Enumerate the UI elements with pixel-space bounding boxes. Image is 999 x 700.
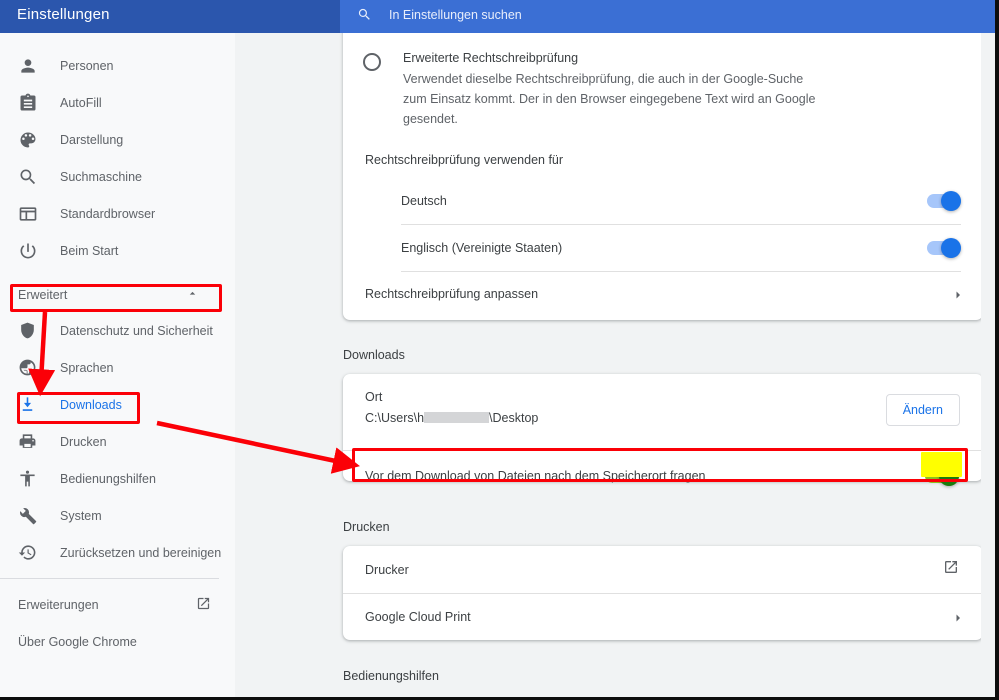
wrench-icon [18, 506, 38, 526]
sidebar-item-datenschutz-und-sicherheit[interactable]: Datenschutz und Sicherheit [0, 312, 235, 349]
sidebar-item-label: Downloads [60, 397, 122, 412]
toggle-yellow-highlight [921, 452, 962, 477]
sidebar-item-label: Über Google Chrome [18, 634, 137, 649]
spellcheck-card: Erweiterte Rechtschreibprüfung Verwendet… [343, 33, 981, 320]
language-label: Englisch (Vereinigte Staaten) [401, 240, 563, 255]
advanced-spellcheck-option[interactable]: Erweiterte Rechtschreibprüfung Verwendet… [363, 51, 818, 129]
sidebar-advanced-toggle[interactable]: Erweitert [0, 278, 235, 312]
sidebar-item-sprachen[interactable]: Sprachen [0, 349, 235, 386]
printing-section-title: Drucken [343, 520, 390, 534]
sidebar-item-label: System [60, 508, 102, 523]
row-label: Vor dem Download von Dateien nach dem Sp… [365, 468, 706, 483]
downloads-card: Ort C:\Users\h \Desktop Ändern Vor dem Do… [343, 374, 981, 486]
location-path-prefix: C:\Users\h [365, 411, 425, 425]
language-toggle[interactable] [927, 190, 961, 211]
option-description: Verwendet dieselbe Rechtschreibprüfung, … [403, 72, 816, 126]
history-restore-icon [18, 543, 38, 563]
chevron-right-icon [952, 611, 960, 623]
sidebar-item-personen[interactable]: Personen [0, 47, 235, 84]
language-row-deutsch[interactable]: Deutsch [343, 177, 981, 224]
power-icon [18, 241, 38, 261]
page-title: Einstellungen [17, 6, 110, 23]
person-icon [18, 56, 38, 76]
row-label: Google Cloud Print [365, 609, 471, 624]
chevron-right-icon [952, 288, 960, 300]
location-path-suffix: \Desktop [489, 411, 539, 425]
printer-icon [18, 432, 38, 452]
accessibility-icon [18, 469, 38, 489]
sidebar-item-ueber-google-chrome[interactable]: Über Google Chrome [0, 623, 235, 660]
downloads-section-title: Downloads [343, 348, 405, 362]
sidebar-item-darstellung[interactable]: Darstellung [0, 121, 235, 158]
row-label: Drucker [365, 562, 409, 577]
shield-icon [18, 321, 38, 341]
search-input-placeholder[interactable]: In Einstellungen suchen [389, 8, 522, 22]
sidebar-item-label: Zurücksetzen und bereinigen [60, 545, 222, 560]
sidebar-item-drucken[interactable]: Drucken [0, 423, 235, 460]
sidebar-item-label: Drucken [60, 434, 107, 449]
option-title: Erweiterte Rechtschreibprüfung [403, 51, 579, 65]
sidebar-item-suchmaschine[interactable]: Suchmaschine [0, 158, 235, 195]
sidebar-item-label: Bedienungshilfen [60, 471, 156, 486]
ask-download-location-row[interactable]: Vor dem Download von Dateien nach dem Sp… [343, 450, 981, 501]
sidebar-item-system[interactable]: System [0, 497, 235, 534]
sidebar-item-downloads[interactable]: Downloads [0, 386, 235, 423]
printing-card: Drucker Google Cloud Print [343, 546, 981, 640]
settings-content: Erweiterte Rechtschreibprüfung Verwendet… [235, 33, 981, 697]
sidebar-divider [0, 578, 219, 579]
search-bar[interactable]: In Einstellungen suchen [340, 0, 981, 33]
content-scrollbar[interactable] [981, 33, 995, 697]
spellcheck-languages-header: Rechtschreibprüfung verwenden für [365, 153, 564, 167]
scrollbar-top-cap [981, 0, 995, 33]
row-label: Rechtschreibprüfung anpassen [365, 287, 539, 301]
sidebar-item-autofill[interactable]: AutoFill [0, 84, 235, 121]
sidebar-item-label: Sprachen [60, 360, 114, 375]
sidebar-item-label: AutoFill [60, 95, 102, 110]
sidebar-item-label: Darstellung [60, 132, 124, 147]
sidebar-item-zuruecksetzen-und-bereinigen[interactable]: Zurücksetzen und bereinigen [0, 534, 235, 571]
sidebar-item-label: Suchmaschine [60, 169, 142, 184]
accessibility-section-title: Bedienungshilfen [343, 669, 439, 683]
chevron-up-icon [186, 287, 199, 303]
sidebar-item-label: Beim Start [60, 243, 119, 258]
location-label: Ort [365, 390, 383, 404]
language-label: Deutsch [401, 193, 447, 208]
search-icon [357, 7, 372, 22]
redacted-username [424, 412, 490, 423]
search-icon [18, 167, 38, 187]
sidebar-item-label: Erweiterungen [18, 597, 99, 612]
printers-row[interactable]: Drucker [343, 546, 981, 593]
google-cloud-print-row[interactable]: Google Cloud Print [343, 593, 981, 640]
browser-window-icon [18, 204, 38, 224]
palette-icon [18, 130, 38, 150]
external-link-icon [943, 559, 959, 580]
language-row-englisch[interactable]: Englisch (Vereinigte Staaten) [343, 224, 981, 271]
settings-titlebar: Einstellungen [0, 0, 340, 33]
sidebar-item-erweiterungen[interactable]: Erweiterungen [0, 586, 235, 623]
sidebar-item-label: Standardbrowser [60, 206, 156, 221]
sidebar-item-label: Personen [60, 58, 114, 73]
globe-icon [18, 358, 38, 378]
external-link-icon [196, 596, 211, 614]
customize-spellcheck-row[interactable]: Rechtschreibprüfung anpassen [343, 271, 981, 317]
sidebar-item-bedienungshilfen[interactable]: Bedienungshilfen [0, 460, 235, 497]
sidebar: Personen AutoFill Darstellung Suchmaschi… [0, 33, 235, 697]
sidebar-advanced-label: Erweitert [18, 288, 68, 302]
change-download-location-button[interactable]: Ändern [885, 394, 960, 426]
download-icon [18, 395, 38, 415]
sidebar-item-beim-start[interactable]: Beim Start [0, 232, 235, 269]
language-toggle[interactable] [927, 237, 961, 258]
sidebar-item-standardbrowser[interactable]: Standardbrowser [0, 195, 235, 232]
clipboard-icon [18, 93, 38, 113]
settings-window: Einstellungen In Einstellungen suchen Pe… [0, 0, 999, 700]
location-path: C:\Users\h \Desktop [365, 411, 538, 425]
sidebar-item-label: Datenschutz und Sicherheit [60, 323, 213, 338]
radio-unselected-icon[interactable] [363, 53, 381, 71]
